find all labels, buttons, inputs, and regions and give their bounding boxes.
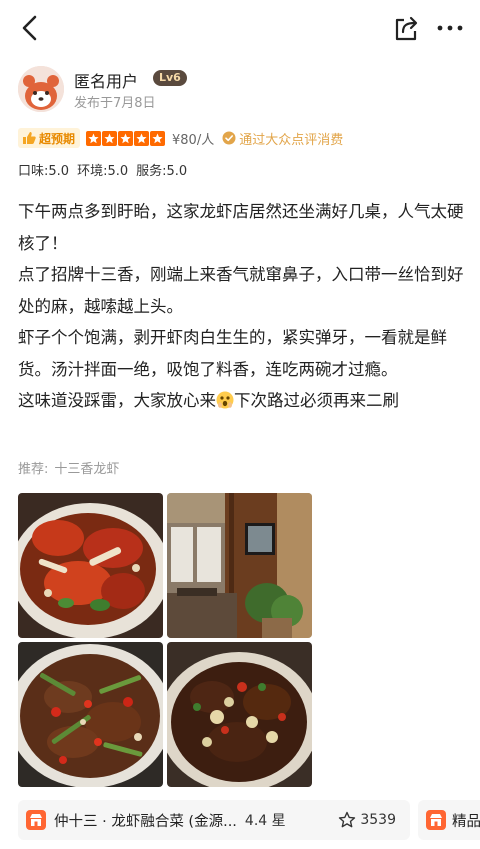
photo-beef-peppers[interactable] bbox=[18, 642, 163, 787]
share-icon[interactable] bbox=[390, 12, 422, 44]
exceeds-expectation-badge: 超预期 bbox=[18, 128, 81, 148]
recommend-label: 推荐: bbox=[18, 462, 49, 477]
recommended-dish[interactable]: 十三香龙虾 bbox=[54, 462, 119, 477]
review-text-segment: 下次路过必须再来二刷 bbox=[234, 391, 399, 410]
review-paragraph: 虾子个个饱满，剥开虾肉白生生的，紧实弹牙，一看就是鲜货。汤汁拌面一绝，吸饱了料香… bbox=[18, 328, 447, 379]
review-paragraph: 下午两点多到盱眙，这家龙虾店居然还坐满好几桌，人气太硬核了！ bbox=[18, 202, 464, 253]
shop-rating: 4.4 星 bbox=[244, 813, 286, 829]
star-icon bbox=[150, 130, 166, 146]
avatar[interactable] bbox=[18, 66, 64, 112]
taste-score: 口味:5.0 bbox=[18, 164, 70, 179]
review-text-segment: 这味道没踩雷，大家放心来 bbox=[18, 391, 216, 410]
rating-row: 超预期 ¥80/人 通过大众点评消费 bbox=[18, 128, 343, 148]
thumbs-up-icon bbox=[21, 130, 37, 146]
star-icon bbox=[86, 130, 102, 146]
badge-label: 超预期 bbox=[39, 131, 76, 146]
verified-label: 通过大众点评消费 bbox=[239, 132, 344, 148]
price-per-person: ¥80/人 bbox=[172, 132, 215, 148]
verified-consumption: 通过大众点评消费 bbox=[222, 129, 343, 148]
review-text: 下午两点多到盱眙，这家龙虾店居然还坐满好几桌，人气太硬核了！ 点了招牌十三香，刚… bbox=[18, 196, 464, 417]
favorite-count: 3539 bbox=[360, 812, 396, 828]
environment-score: 环境:5.0 bbox=[77, 164, 129, 179]
star-icon bbox=[134, 130, 150, 146]
photo-restaurant-interior[interactable] bbox=[167, 493, 312, 638]
shop-icon bbox=[26, 810, 46, 830]
shop-name: 精品 bbox=[452, 813, 480, 830]
sub-scores: 口味:5.0 环境:5.0 服务:5.0 bbox=[18, 160, 187, 179]
shop-icon bbox=[426, 810, 446, 830]
shop-card-secondary[interactable]: 精品 bbox=[418, 800, 480, 840]
chevron-left-icon[interactable] bbox=[14, 12, 46, 44]
favorite-button[interactable]: 3539 bbox=[338, 811, 396, 829]
level-badge: Lv6 bbox=[153, 70, 187, 86]
star-icon bbox=[102, 130, 118, 146]
shop-card[interactable]: 仲十三 · 龙虾融合菜 (金源... 4.4 星 3539 bbox=[18, 800, 410, 840]
photo-braised-dish[interactable] bbox=[167, 642, 312, 787]
photo-crayfish-plate[interactable] bbox=[18, 493, 163, 638]
username[interactable]: 匿名用户 bbox=[74, 68, 138, 92]
star-icon bbox=[118, 130, 134, 146]
post-date: 发布于7月8日 bbox=[74, 96, 156, 111]
top-bar bbox=[0, 0, 480, 56]
star-outline-icon bbox=[338, 811, 356, 829]
star-rating bbox=[86, 130, 166, 146]
shop-name: 仲十三 · 龙虾融合菜 (金源... bbox=[54, 813, 237, 830]
more-dots-icon[interactable] bbox=[432, 12, 468, 44]
review-paragraph: 这味道没踩雷，大家放心来 下次路过必须再来二刷 bbox=[18, 385, 464, 417]
service-score: 服务:5.0 bbox=[136, 164, 188, 179]
check-shield-icon bbox=[222, 131, 236, 145]
recommended-dishes: 推荐: 十三香龙虾 bbox=[18, 458, 125, 477]
review-paragraph: 点了招牌十三香，刚端上来香气就窜鼻子，入口带一丝恰到好处的麻，越嗦越上头。 bbox=[18, 265, 464, 316]
surprised-face-emoji-icon bbox=[216, 388, 234, 409]
